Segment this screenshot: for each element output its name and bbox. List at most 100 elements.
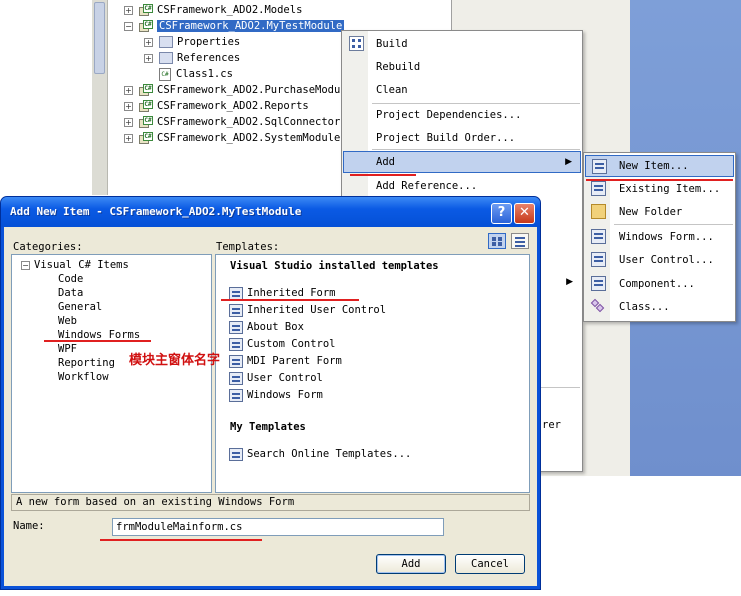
tree-node-class1[interactable]: C# Class1.cs [159, 66, 233, 82]
menu-item-new-item[interactable]: New Item... [585, 155, 734, 177]
menu-item-label: Existing Item... [619, 183, 721, 195]
tree-node-label: Class1.cs [176, 68, 233, 80]
help-button[interactable]: ? [491, 203, 512, 224]
tree-node-purchase[interactable]: + C# CSFramework_ADO2.PurchaseModu [124, 82, 340, 98]
template-label: MDI Parent Form [247, 355, 342, 367]
template-about-box[interactable]: About Box [229, 319, 304, 336]
expand-icon[interactable]: + [124, 85, 133, 95]
menu-item-project-dependencies[interactable]: Project Dependencies... [343, 104, 581, 126]
collapse-icon[interactable]: − [21, 260, 30, 270]
template-label: Inherited Form [247, 287, 336, 299]
dialog-client-area: Categories: Templates: − Visual C# Items … [4, 227, 537, 586]
name-label: Name: [13, 520, 45, 532]
collapse-icon[interactable]: − [124, 21, 133, 31]
template-label: Custom Control [247, 338, 336, 350]
menu-item-clean[interactable]: Clean [343, 79, 581, 101]
category-item[interactable]: WPF [58, 342, 77, 356]
expand-icon[interactable]: + [124, 133, 133, 143]
about-box-icon [229, 321, 243, 334]
mdi-form-icon [229, 355, 243, 368]
folder-icon [591, 204, 606, 219]
cancel-button[interactable]: Cancel [455, 554, 525, 574]
menu-item-add-reference[interactable]: Add Reference... [343, 175, 581, 197]
category-item[interactable]: Data [58, 286, 83, 300]
dialog-title-bar[interactable]: Add New Item - CSFramework_ADO2.MyTestMo… [1, 197, 540, 227]
annotation-underline-add [350, 174, 416, 176]
annotation-underline-name [100, 539, 262, 541]
menu-item-label: Component... [619, 278, 695, 290]
category-item[interactable]: General [58, 300, 102, 314]
expand-icon[interactable]: + [124, 117, 133, 127]
templates-label: Templates: [216, 241, 280, 253]
project-icon: C# [139, 99, 153, 113]
category-item[interactable]: Code [58, 272, 83, 286]
user-control-icon [229, 372, 243, 385]
template-custom-control[interactable]: Custom Control [229, 336, 336, 353]
template-label: User Control [247, 372, 323, 384]
tree-node-sqlconnector[interactable]: + C# CSFramework_ADO2.SqlConnector [124, 114, 340, 130]
category-item[interactable]: Workflow [58, 370, 109, 384]
template-search-online[interactable]: Search Online Templates... [229, 446, 411, 463]
tree-node-mytestmodule[interactable]: − C# CSFramework_ADO2.MyTestModule [124, 18, 345, 34]
tree-node-label: CSFramework_ADO2.SqlConnector [157, 116, 341, 128]
menu-item-build[interactable]: Build [343, 33, 581, 55]
menu-item-existing-item[interactable]: Existing Item... [585, 178, 734, 200]
search-online-icon [229, 448, 243, 461]
user-control-icon [591, 252, 606, 267]
small-icons-view-icon[interactable] [511, 233, 529, 249]
menu-item-new-folder[interactable]: New Folder [585, 201, 734, 223]
category-item[interactable]: Web [58, 314, 77, 328]
category-item[interactable]: Reporting [58, 356, 115, 370]
add-button[interactable]: Add [376, 554, 446, 574]
project-icon: C# [139, 19, 153, 33]
component-icon [591, 276, 606, 291]
tree-node-label: CSFramework_ADO2.Models [157, 4, 303, 16]
tree-node-reports[interactable]: + C# CSFramework_ADO2.Reports [124, 98, 309, 114]
close-button[interactable]: ✕ [514, 203, 535, 224]
tree-node-properties[interactable]: + Properties [144, 34, 240, 50]
scrollbar-thumb[interactable] [94, 2, 105, 74]
my-templates-header: My Templates [230, 421, 306, 433]
template-inherited-user-control[interactable]: Inherited User Control [229, 302, 386, 319]
tree-node-label: CSFramework_ADO2.PurchaseModu [157, 84, 341, 96]
menu-item-user-control[interactable]: User Control... [585, 249, 734, 271]
expand-icon[interactable]: + [144, 37, 153, 47]
menu-item-label: rer [542, 419, 561, 431]
large-icons-view-icon[interactable] [488, 233, 506, 249]
category-visual-csharp-items[interactable]: − Visual C# Items [21, 258, 129, 272]
templates-list: Visual Studio installed templates Inheri… [215, 254, 530, 493]
template-description: A new form based on an existing Windows … [11, 494, 530, 511]
menu-item-class[interactable]: Class... [585, 296, 734, 318]
left-pane [0, 0, 92, 195]
menu-item-rebuild[interactable]: Rebuild [343, 56, 581, 78]
class-icon [590, 298, 606, 314]
references-icon [159, 52, 173, 64]
menu-item-label: Windows Form... [619, 231, 714, 243]
menu-item-label: User Control... [619, 254, 714, 266]
tree-node-systemmodule[interactable]: + C# CSFramework_ADO2.SystemModule [124, 130, 340, 146]
expand-icon[interactable]: + [124, 101, 133, 111]
left-scrollbar[interactable] [92, 0, 108, 195]
menu-separator [614, 224, 733, 225]
template-windows-form[interactable]: Windows Form [229, 387, 323, 404]
menu-separator [372, 149, 580, 150]
annotation-underline-new-item [586, 179, 733, 181]
menu-item-component[interactable]: Component... [585, 273, 734, 295]
category-label: Visual C# Items [34, 259, 129, 271]
menu-item-project-build-order[interactable]: Project Build Order... [343, 127, 581, 149]
menu-item-windows-form[interactable]: Windows Form... [585, 226, 734, 248]
windows-form-icon [591, 229, 606, 244]
menu-item-label: Add [376, 156, 395, 168]
tree-node-references[interactable]: + References [144, 50, 240, 66]
tree-node-models[interactable]: + C# CSFramework_ADO2.Models [124, 2, 302, 18]
submenu-arrow-icon: ▶ [566, 277, 573, 287]
menu-item-label: Build [376, 38, 408, 50]
expand-icon[interactable]: + [124, 5, 133, 15]
template-user-control[interactable]: User Control [229, 370, 323, 387]
template-label: About Box [247, 321, 304, 333]
menu-item-add[interactable]: Add ▶ [343, 151, 581, 173]
expand-icon[interactable]: + [144, 53, 153, 63]
tree-node-label: CSFramework_ADO2.MyTestModule [157, 20, 345, 32]
name-input[interactable] [112, 518, 444, 536]
template-mdi-parent-form[interactable]: MDI Parent Form [229, 353, 342, 370]
